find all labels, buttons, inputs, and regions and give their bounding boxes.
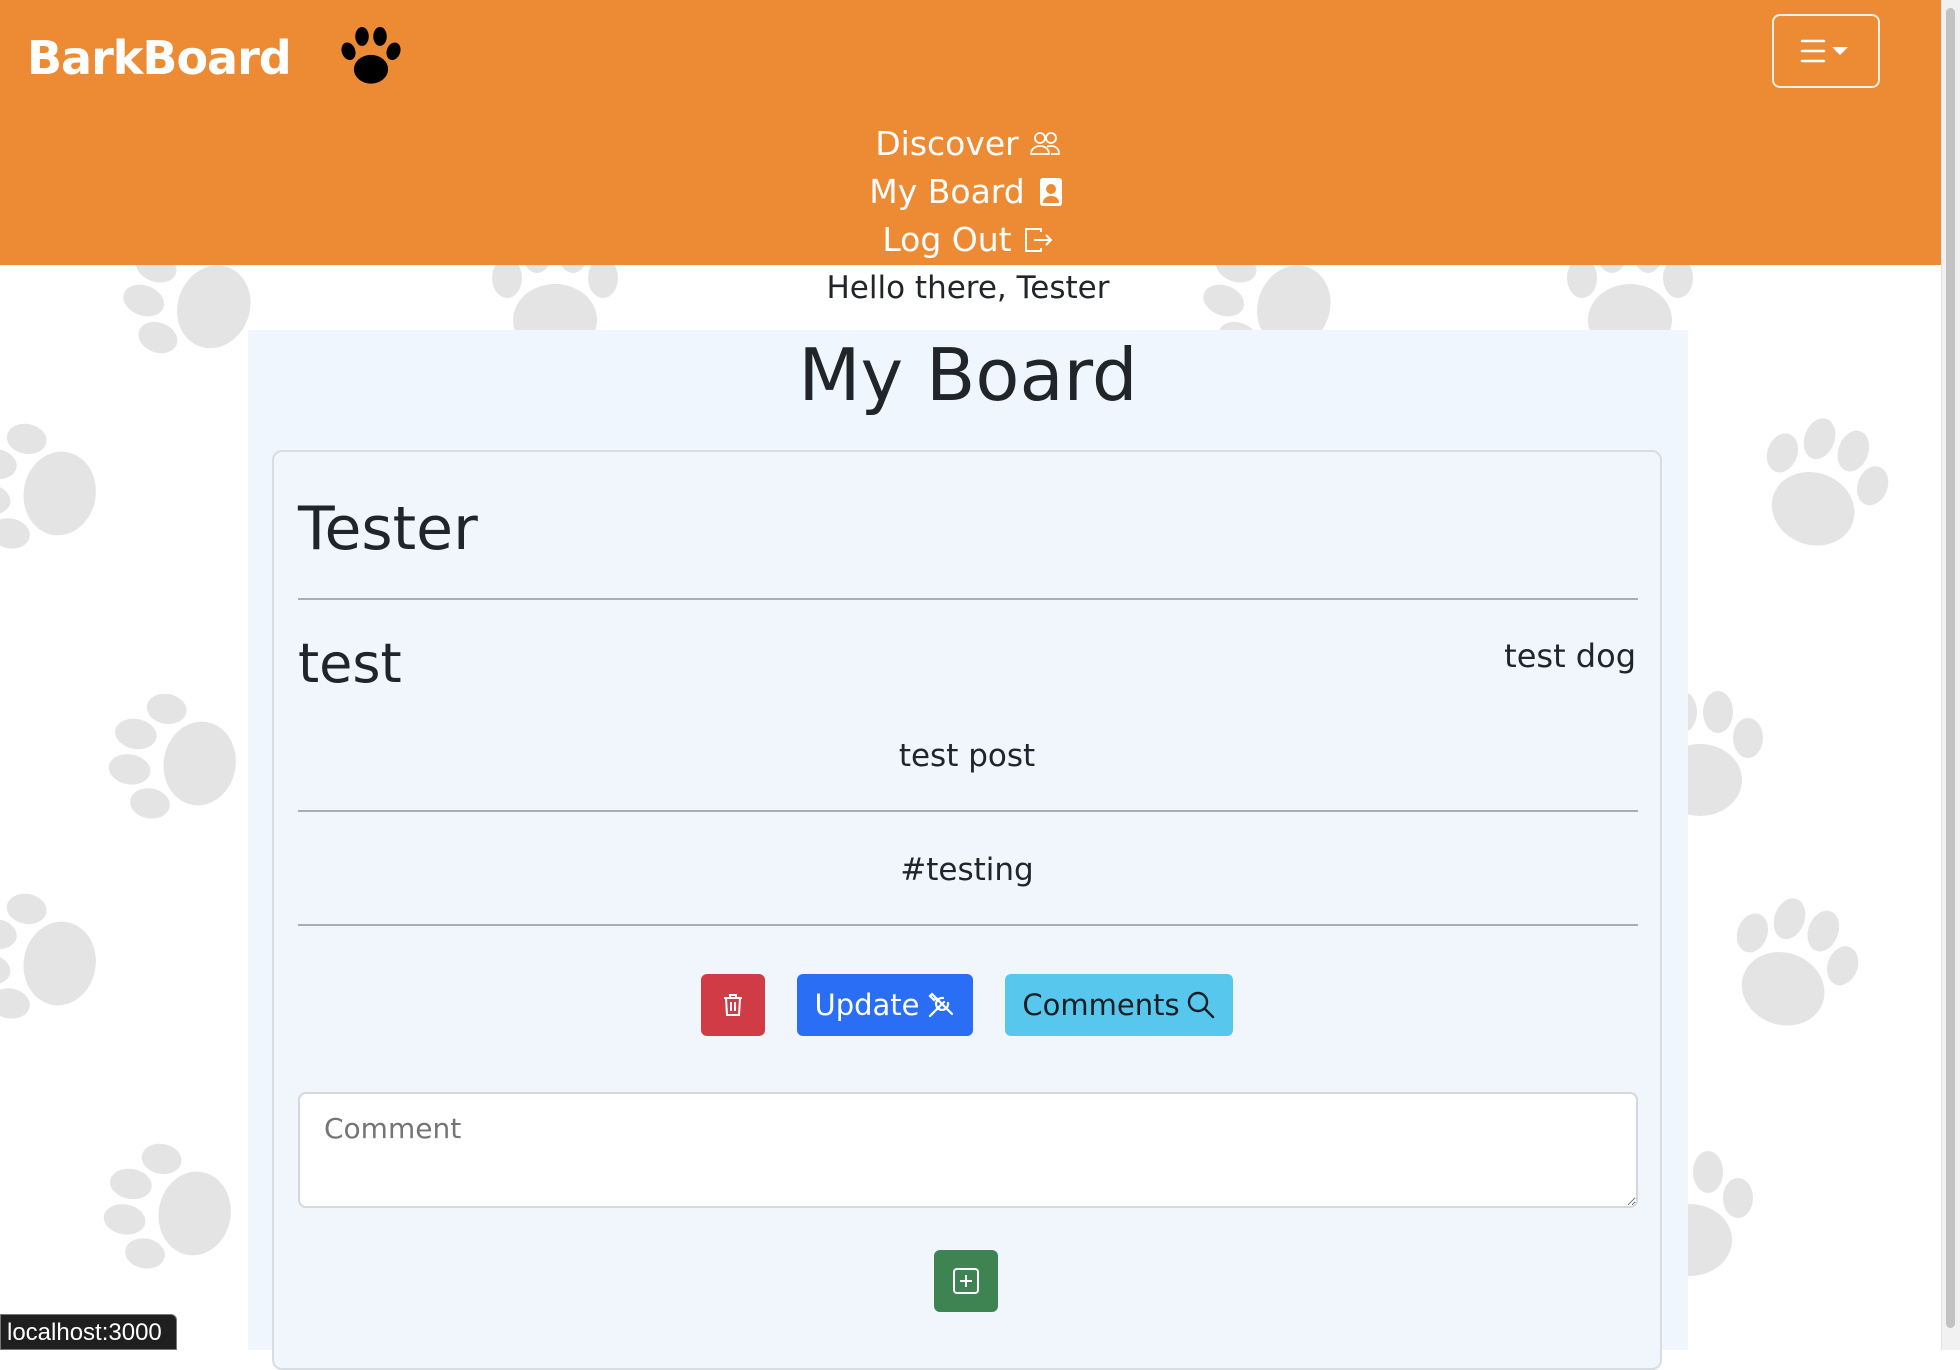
people-icon	[1029, 132, 1060, 155]
post-tags: #testing	[900, 852, 1034, 888]
nav-link-discover[interactable]: Discover	[875, 120, 1061, 168]
post-actions: Update Comments	[274, 974, 1660, 1036]
comments-button-label: Comments	[1022, 988, 1180, 1022]
plus-square-icon	[953, 1268, 979, 1294]
box-arrow-right-icon	[1024, 228, 1052, 252]
nav-link-discover-label: Discover	[875, 124, 1019, 163]
page-title: My Board	[798, 333, 1138, 417]
nav-link-my-board-label: My Board	[869, 172, 1025, 211]
post-dog-name: test dog	[1504, 637, 1636, 675]
delete-button[interactable]	[701, 974, 765, 1036]
brand-name: BarkBoard	[27, 31, 292, 85]
comments-button[interactable]: Comments	[1005, 974, 1233, 1036]
brand-link[interactable]: BarkBoard	[27, 22, 407, 94]
nav-link-my-board[interactable]: My Board	[869, 168, 1066, 216]
nav-link-log-out[interactable]: Log Out	[882, 216, 1053, 264]
divider	[298, 924, 1638, 926]
greeting-text: Hello there, Tester	[826, 270, 1110, 306]
divider	[298, 810, 1638, 812]
navbar-toggle-button[interactable]	[1772, 14, 1880, 88]
update-button[interactable]: Update	[797, 974, 973, 1036]
nav-link-log-out-label: Log Out	[882, 220, 1012, 259]
post-owner-name: Tester	[298, 494, 478, 564]
update-button-label: Update	[814, 988, 920, 1022]
top-navbar: BarkBoard Discover My Board Log Out	[0, 0, 1942, 265]
post-card: Tester test test dog test post #testing …	[272, 450, 1662, 1370]
tools-icon	[927, 992, 953, 1018]
paw-icon	[341, 26, 401, 84]
comment-input[interactable]	[298, 1092, 1638, 1208]
trash-icon	[724, 994, 742, 1016]
board-panel: My Board Tester test test dog test post …	[248, 330, 1688, 1370]
post-title: test	[298, 632, 402, 695]
hamburger-menu-icon	[1800, 39, 1848, 63]
add-comment-button[interactable]	[934, 1250, 998, 1312]
vertical-scrollbar[interactable]	[1941, 0, 1960, 1350]
scrollbar-thumb[interactable]	[1946, 8, 1955, 1328]
status-bar-url: localhost:3000	[0, 1314, 177, 1350]
person-badge-icon	[1039, 178, 1062, 206]
nav-links: Discover My Board Log Out	[0, 120, 1936, 264]
post-body: test post	[898, 738, 1036, 774]
divider	[298, 598, 1638, 600]
search-icon	[1187, 991, 1214, 1019]
